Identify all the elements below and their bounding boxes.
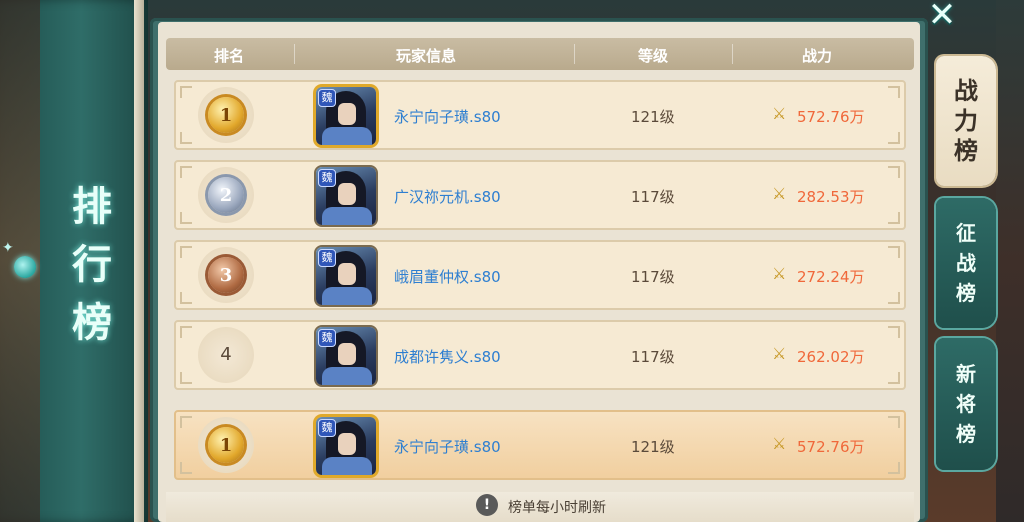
leaf-ornament-icon: ✦ — [2, 240, 14, 256]
player-power: 282.53万 — [797, 188, 865, 206]
table-header: 排名 玩家信息 等级 战力 — [166, 38, 914, 70]
header-power: 战力 — [802, 47, 833, 65]
player-power: 572.76万 — [797, 108, 865, 126]
rank-number: 4 — [220, 344, 232, 365]
banner-title: 排 行 榜 — [62, 178, 122, 352]
player-level: 117级 — [631, 348, 675, 366]
player-power: 572.76万 — [797, 438, 865, 456]
header-player: 玩家信息 — [396, 47, 457, 65]
tab-label-char: 将 — [956, 392, 976, 416]
header-level: 等级 — [638, 47, 669, 65]
avatar[interactable]: 魏 — [316, 167, 376, 225]
tab-label-char: 榜 — [956, 281, 976, 305]
faction-badge: 魏 — [318, 89, 336, 107]
tab-label-char: 榜 — [954, 136, 978, 165]
banner-title-char: 榜 — [72, 299, 112, 346]
table-row[interactable]: 4 魏 成都许隽义.s80 117级 ⚔ 262.02万 — [174, 320, 906, 390]
tab-label-char: 榜 — [956, 422, 976, 446]
gold-medal-icon: 1 — [208, 97, 244, 133]
player-level: 117级 — [631, 188, 675, 206]
player-power: 262.02万 — [797, 348, 865, 366]
refresh-note-text: 榜单每小时刷新 — [508, 500, 606, 516]
player-name[interactable]: 广汉祢元机.s80 — [394, 186, 501, 207]
tab-power-ranking[interactable]: 战 力 榜 — [936, 56, 996, 186]
faction-badge: 魏 — [318, 329, 336, 347]
header-divider — [732, 44, 733, 64]
crossed-swords-icon: ⚔ — [772, 434, 787, 453]
player-power: 272.24万 — [797, 268, 865, 286]
faction-badge: 魏 — [318, 169, 336, 187]
player-level: 121级 — [631, 108, 675, 126]
banner-title-char: 排 — [72, 183, 112, 230]
tab-campaign-ranking[interactable]: 征 战 榜 — [936, 198, 996, 328]
tab-label-char: 战 — [954, 76, 978, 105]
table-row[interactable]: 3 魏 峨眉董仲权.s80 117级 ⚔ 272.24万 — [174, 240, 906, 310]
leaderboard-inner: 排名 玩家信息 等级 战力 1 魏 永宁向子璜.s80 121级 ⚔ 572.7… — [158, 22, 920, 522]
close-icon[interactable]: ✕ — [924, 0, 960, 32]
crossed-swords-icon: ⚔ — [772, 264, 787, 283]
header-divider — [294, 44, 295, 64]
bronze-medal-icon: 3 — [208, 257, 244, 293]
tab-label-char: 新 — [956, 362, 976, 386]
tab-label-char: 征 — [956, 221, 976, 245]
left-banner: ✦ 排 行 榜 — [0, 0, 148, 522]
crossed-swords-icon: ⚔ — [772, 344, 787, 363]
table-row[interactable]: 2 魏 广汉祢元机.s80 117级 ⚔ 282.53万 — [174, 160, 906, 230]
tab-label-char: 力 — [954, 106, 978, 135]
banner-pole — [134, 0, 144, 522]
player-name[interactable]: 永宁向子璜.s80 — [394, 436, 501, 457]
silver-medal-icon: 2 — [208, 177, 244, 213]
avatar[interactable]: 魏 — [316, 247, 376, 305]
player-name[interactable]: 成都许隽义.s80 — [394, 346, 501, 367]
refresh-note: ! 榜单每小时刷新 — [166, 492, 914, 522]
player-level: 121级 — [631, 438, 675, 456]
jade-ornament-icon — [14, 256, 36, 278]
faction-badge: 魏 — [318, 249, 336, 267]
table-row[interactable]: 1 魏 永宁向子璜.s80 121级 ⚔ 572.76万 — [174, 80, 906, 150]
background-edge — [996, 0, 1024, 522]
header-rank: 排名 — [214, 47, 245, 65]
crossed-swords-icon: ⚔ — [772, 104, 787, 123]
player-name[interactable]: 峨眉董仲权.s80 — [394, 266, 501, 287]
gold-medal-icon: 1 — [208, 427, 244, 463]
faction-badge: 魏 — [318, 419, 336, 437]
header-divider — [574, 44, 575, 64]
self-row[interactable]: 1 魏 永宁向子璜.s80 121级 ⚔ 572.76万 — [174, 410, 906, 480]
tab-label-char: 战 — [956, 251, 976, 275]
avatar[interactable]: 魏 — [316, 327, 376, 385]
player-name[interactable]: 永宁向子璜.s80 — [394, 106, 501, 127]
avatar[interactable]: 魏 — [316, 417, 376, 475]
ranking-list[interactable]: 1 魏 永宁向子璜.s80 121级 ⚔ 572.76万 2 魏 广汉祢元机.s… — [166, 78, 914, 490]
tab-new-general-ranking[interactable]: 新 将 榜 — [936, 338, 996, 470]
leaderboard-panel: 排名 玩家信息 等级 战力 1 魏 永宁向子璜.s80 121级 ⚔ 572.7… — [150, 18, 928, 522]
player-level: 117级 — [631, 268, 675, 286]
banner-title-char: 行 — [72, 241, 112, 288]
crossed-swords-icon: ⚔ — [772, 184, 787, 203]
info-icon: ! — [476, 494, 498, 516]
avatar[interactable]: 魏 — [316, 87, 376, 145]
